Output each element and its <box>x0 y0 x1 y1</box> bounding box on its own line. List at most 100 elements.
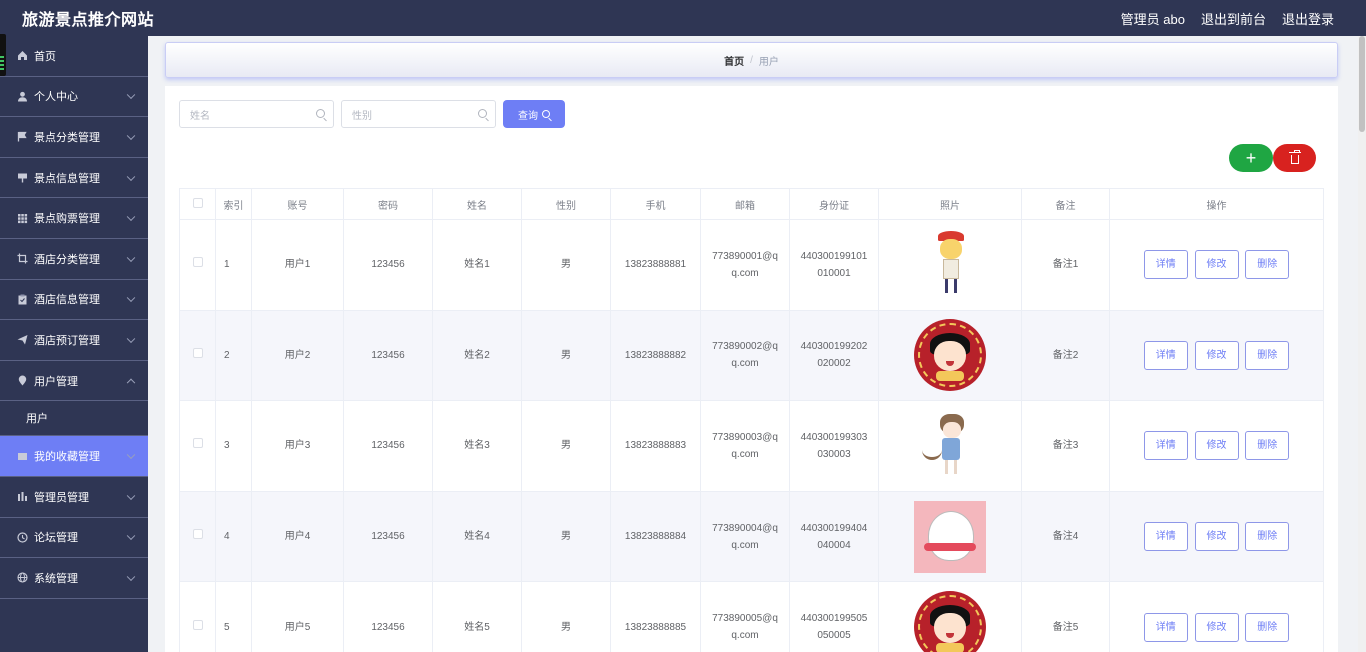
sidebar-item-hotel-info[interactable]: 酒店信息管理 <box>0 280 148 321</box>
sidebar-item-hotel-booking[interactable]: 酒店预订管理 <box>0 320 148 361</box>
girl-round-avatar <box>914 319 986 392</box>
sidebar-item-scenic-category[interactable]: 景点分类管理 <box>0 117 148 158</box>
id-card-cell: 440300199505050005 <box>789 581 879 652</box>
batch-delete-button[interactable] <box>1273 144 1316 172</box>
chart-icon <box>16 491 28 503</box>
photo-cell <box>878 490 1022 583</box>
detail-button[interactable]: 详情 <box>1143 250 1188 280</box>
table-row: 2 用户2 123456 姓名2 男 13823888882 773890002… <box>179 309 1324 402</box>
name-cell: 姓名1 <box>432 219 522 311</box>
sidebar-item-label: 酒店信息管理 <box>34 294 100 307</box>
site-title: 旅游景点推介网站 <box>22 12 155 29</box>
user-icon <box>16 90 28 102</box>
id-card-cell: 440300199303030003 <box>789 400 879 492</box>
page-scrollbar[interactable] <box>1358 36 1366 652</box>
search-icon <box>316 109 325 118</box>
sidebar-item-label: 景点分类管理 <box>34 131 100 144</box>
row-checkbox[interactable] <box>192 347 203 358</box>
table-row: 4 用户4 123456 姓名4 男 13823888884 773890004… <box>179 490 1324 583</box>
logout-link[interactable]: 退出登录 <box>1282 9 1334 28</box>
sidebar-item-home[interactable]: 首页 <box>0 36 148 77</box>
girl-round-avatar <box>914 591 986 652</box>
actions-cell: 详情 修改 删除 <box>1109 490 1324 583</box>
clipboard-icon <box>16 293 28 305</box>
user-table: 索引 账号 密码 姓名 性别 手机 邮箱 身份证 照片 备注 操作 1 用户1 … <box>179 188 1324 652</box>
sidebar-item-user-management[interactable]: 用户管理 <box>0 361 148 402</box>
sidebar-item-forum[interactable]: 论坛管理 <box>0 518 148 559</box>
gender-search-placeholder: 性别 <box>352 110 372 122</box>
name-search-input[interactable]: 姓名 <box>179 100 334 128</box>
row-checkbox[interactable] <box>192 438 203 449</box>
select-all-cell[interactable] <box>179 188 216 220</box>
edit-button[interactable]: 修改 <box>1194 250 1239 280</box>
edge-handle[interactable] <box>0 34 6 76</box>
breadcrumb-separator: / <box>750 54 753 66</box>
name-cell: 姓名5 <box>432 581 522 652</box>
edit-button[interactable]: 修改 <box>1194 431 1239 461</box>
gender-cell: 男 <box>521 400 611 492</box>
column-header: 操作 <box>1109 188 1324 220</box>
index-cell: 1 <box>215 219 252 311</box>
edit-button[interactable]: 修改 <box>1194 612 1239 642</box>
crop-icon <box>16 253 28 265</box>
gender-search-input[interactable]: 性别 <box>341 100 496 128</box>
detail-button[interactable]: 详情 <box>1143 431 1188 461</box>
name-cell: 姓名3 <box>432 400 522 492</box>
password-cell: 123456 <box>343 490 433 583</box>
photo-cell <box>878 309 1022 402</box>
sidebar-item-ticket[interactable]: 景点购票管理 <box>0 198 148 239</box>
breadcrumb-home[interactable]: 首页 <box>724 53 744 68</box>
sidebar-item-system[interactable]: 系统管理 <box>0 558 148 599</box>
sidebar-item-label: 景点购票管理 <box>34 213 100 226</box>
scrollbar-thumb[interactable] <box>1359 36 1365 132</box>
account-cell: 用户4 <box>251 490 344 583</box>
account-cell: 用户5 <box>251 581 344 652</box>
phone-cell: 13823888883 <box>610 400 701 492</box>
row-select-cell[interactable] <box>179 400 216 492</box>
row-select-cell[interactable] <box>179 581 216 652</box>
detail-button[interactable]: 详情 <box>1143 612 1188 642</box>
content-card: 姓名 性别 查询 + 索引 账号 密码 姓名 性别 手机 邮箱 身份证 照片 备… <box>165 86 1338 652</box>
cat-avatar <box>914 500 986 573</box>
delete-button[interactable]: 删除 <box>1245 250 1290 280</box>
sidebar-item-profile[interactable]: 个人中心 <box>0 77 148 118</box>
row-select-cell[interactable] <box>179 309 216 402</box>
delete-button[interactable]: 删除 <box>1245 340 1290 370</box>
search-icon <box>478 109 487 118</box>
delete-button[interactable]: 删除 <box>1245 612 1290 642</box>
edit-button[interactable]: 修改 <box>1194 522 1239 552</box>
detail-button[interactable]: 详情 <box>1143 340 1188 370</box>
sidebar-item-label: 我的收藏管理 <box>34 451 100 464</box>
chevron-down-icon <box>126 131 136 141</box>
id-card-cell: 440300199101010001 <box>789 219 879 311</box>
detail-button[interactable]: 详情 <box>1143 522 1188 552</box>
sidebar-item-label: 景点信息管理 <box>34 172 100 185</box>
edit-button[interactable]: 修改 <box>1194 340 1239 370</box>
email-cell: 773890003@qq.com <box>700 400 790 492</box>
row-checkbox[interactable] <box>192 619 203 630</box>
select-all-checkbox[interactable] <box>192 197 203 208</box>
row-select-cell[interactable] <box>179 490 216 583</box>
to-front-link[interactable]: 退出到前台 <box>1201 9 1266 28</box>
note-cell: 备注5 <box>1021 581 1110 652</box>
column-header: 性别 <box>521 188 611 220</box>
email-cell: 773890005@qq.com <box>700 581 790 652</box>
query-button[interactable]: 查询 <box>503 100 565 128</box>
photo-cell <box>878 219 1022 311</box>
row-select-cell[interactable] <box>179 219 216 311</box>
column-header: 照片 <box>878 188 1022 220</box>
sidebar-item-admin[interactable]: 管理员管理 <box>0 477 148 518</box>
delete-button[interactable]: 删除 <box>1245 431 1290 461</box>
column-header: 索引 <box>215 188 252 220</box>
sidebar-item-label: 首页 <box>34 50 56 63</box>
row-checkbox[interactable] <box>192 257 203 268</box>
delete-button[interactable]: 删除 <box>1245 522 1290 552</box>
add-button[interactable]: + <box>1229 144 1273 172</box>
row-checkbox[interactable] <box>192 529 203 540</box>
sidebar-item-favorites[interactable]: 我的收藏管理 <box>0 436 148 477</box>
id-card-cell: 440300199202020002 <box>789 309 879 402</box>
column-header: 姓名 <box>432 188 522 220</box>
sidebar-subitem-user[interactable]: 用户 <box>0 401 148 437</box>
sidebar-item-scenic-info[interactable]: 景点信息管理 <box>0 158 148 199</box>
sidebar-item-hotel-category[interactable]: 酒店分类管理 <box>0 239 148 280</box>
